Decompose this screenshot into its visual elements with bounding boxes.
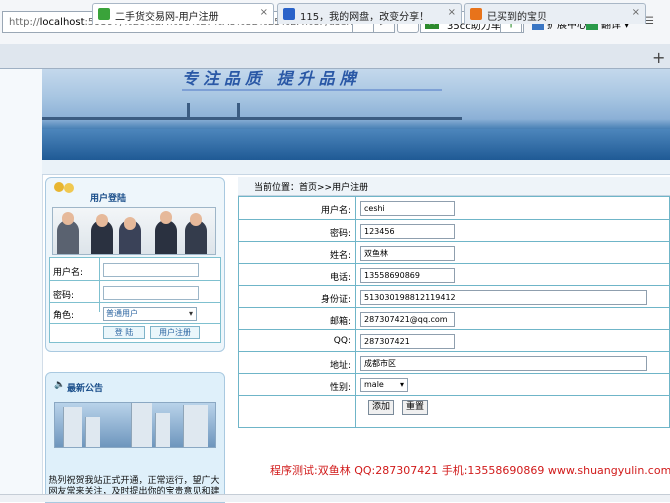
- login-username-input[interactable]: [103, 263, 199, 277]
- login-form: 用户名: 密码: 角色: 普通用户 ▾ 登 陆 用户注册: [49, 257, 221, 343]
- tab-115[interactable]: 115，我的网盘，改变分享！ ×: [277, 3, 462, 24]
- username-label: 用户名:: [53, 268, 84, 278]
- notice-title: 最新公告: [67, 384, 104, 394]
- reset-button[interactable]: 重置: [402, 400, 428, 415]
- username-input[interactable]: ceshi: [360, 201, 455, 216]
- form-row-email: 邮箱: 287307421@qq.com: [239, 307, 669, 330]
- users-icon: [54, 182, 74, 193]
- tab-strip: [0, 44, 670, 69]
- phone-input[interactable]: 13558690869: [360, 268, 455, 283]
- tab-label: 二手货交易网-用户注册: [115, 12, 219, 23]
- username-label: 用户名:: [320, 206, 351, 216]
- login-row: [50, 280, 220, 281]
- tab-favicon-icon: [470, 8, 482, 20]
- close-icon[interactable]: ×: [632, 7, 640, 18]
- chevron-down-icon: ▾: [399, 380, 404, 389]
- idcard-label: 身份证:: [320, 295, 351, 305]
- banner-slogan-underline: [182, 89, 442, 91]
- form-row-phone: 电话: 13558690869: [239, 263, 669, 286]
- banner-slogan: 专注品质 提升品牌: [182, 69, 361, 88]
- tab-register[interactable]: 二手货交易网-用户注册 ×: [92, 3, 274, 24]
- form-row-idcard: 身份证: 513030198812119412: [239, 285, 669, 308]
- breadcrumb: 当前位置：首页>>用户注册: [254, 183, 369, 193]
- close-icon[interactable]: ×: [448, 7, 456, 18]
- login-row: [50, 302, 220, 303]
- email-input[interactable]: 287307421@qq.com: [360, 312, 455, 327]
- password-input[interactable]: 123456: [360, 224, 455, 239]
- tab-favicon-icon: [98, 8, 110, 20]
- register-button[interactable]: 用户注册: [150, 326, 200, 339]
- form-column-divider: [355, 196, 356, 428]
- address-input[interactable]: 成都市区: [360, 356, 647, 371]
- banner-sea: [42, 129, 670, 160]
- more-tools-icon[interactable]: ☰: [645, 16, 654, 27]
- role-label: 角色:: [53, 311, 75, 321]
- add-button[interactable]: 添加: [368, 400, 394, 415]
- phone-label: 电话:: [329, 273, 351, 283]
- site-banner: 专注品质 提升品牌: [42, 69, 670, 160]
- login-row: [50, 323, 220, 324]
- bridge-deck: [42, 117, 462, 120]
- tab-label: 115，我的网盘，改变分享！: [300, 12, 430, 23]
- left-gutter: [0, 69, 43, 501]
- new-tab-button[interactable]: +: [652, 48, 665, 67]
- register-form: 用户名: ceshi 密码: 123456 姓名: 双鱼林 电话: 135586…: [238, 196, 670, 428]
- chevron-down-icon: ▾: [188, 309, 193, 318]
- idcard-input[interactable]: 513030198812119412: [360, 290, 647, 305]
- password-label: 密码:: [329, 229, 351, 239]
- gender-select[interactable]: male ▾: [360, 378, 408, 392]
- form-row-username: 用户名: ceshi: [239, 197, 669, 219]
- speaker-icon: 🔈: [54, 380, 66, 390]
- form-row-actions: 添加 重置: [239, 395, 669, 418]
- form-row-name: 姓名: 双鱼林: [239, 241, 669, 264]
- tab-favicon-icon: [283, 8, 295, 20]
- login-title: 用户登陆: [90, 194, 127, 204]
- login-table-divider: [99, 258, 100, 312]
- form-row-address: 地址: 成都市区: [239, 351, 669, 374]
- login-button[interactable]: 登 陆: [103, 326, 145, 339]
- email-label: 邮箱:: [329, 317, 351, 327]
- tab-label: 已买到的宝贝: [487, 12, 547, 23]
- banner-strip: [42, 160, 670, 175]
- bridge-pylon: [187, 103, 190, 119]
- address-label: 地址:: [329, 361, 351, 371]
- gender-label: 性别:: [329, 383, 351, 393]
- name-input[interactable]: 双鱼林: [360, 246, 455, 261]
- role-select[interactable]: 普通用户 ▾: [103, 307, 197, 321]
- password-label: 密码:: [53, 291, 75, 301]
- staff-photo: [52, 207, 216, 255]
- form-row-password: 密码: 123456: [239, 219, 669, 242]
- form-row-qq: QQ: 287307421: [239, 329, 669, 352]
- city-photo: [54, 402, 216, 448]
- qq-input[interactable]: 287307421: [360, 334, 455, 349]
- qq-label: QQ:: [333, 336, 351, 346]
- close-icon[interactable]: ×: [260, 7, 268, 18]
- bridge-pylon: [237, 103, 240, 119]
- form-row-gender: 性别: male ▾: [239, 373, 669, 396]
- name-label: 姓名:: [329, 251, 351, 261]
- tab-taobao[interactable]: 已买到的宝贝 ×: [464, 3, 646, 24]
- login-password-input[interactable]: [103, 286, 199, 300]
- credit-line: 程序测试:双鱼林 QQ:287307421 手机:13558690869 www…: [270, 464, 670, 477]
